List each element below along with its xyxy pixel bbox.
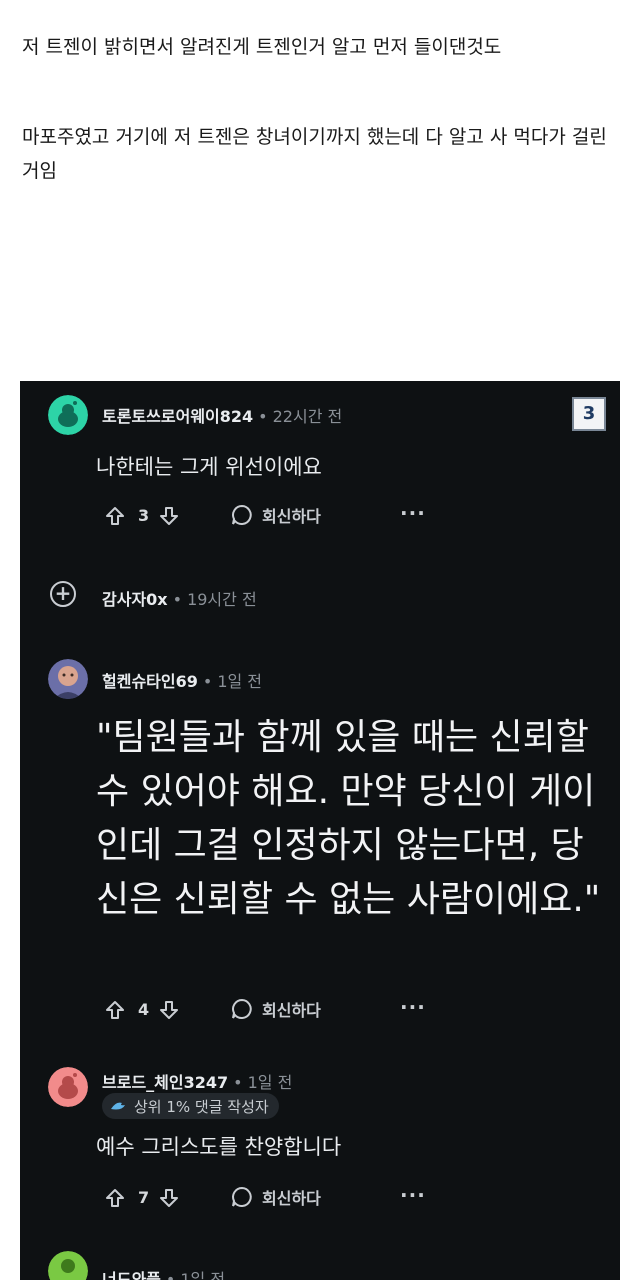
upvote-icon[interactable] bbox=[104, 995, 126, 1025]
vote-score: 3 bbox=[138, 506, 150, 525]
avatar[interactable] bbox=[48, 1251, 88, 1280]
comment-meta: 브로드_체인3247 • 1일 전 bbox=[102, 1073, 293, 1092]
flair-label: 상위 1% 댓글 작성자 bbox=[134, 1097, 269, 1116]
upvote-icon[interactable] bbox=[104, 501, 126, 531]
timestamp: 1일 전 bbox=[180, 1270, 226, 1280]
chat-bubble-icon bbox=[232, 1186, 252, 1207]
reply-button[interactable]: 회신하다 bbox=[230, 503, 321, 527]
snoo-avatar-icon bbox=[48, 1067, 88, 1107]
vote-score: 4 bbox=[138, 1000, 150, 1019]
username[interactable]: 토론토쓰로어웨이824 bbox=[102, 407, 253, 426]
comment-thread-screenshot: 3 토론토쓰로어웨이824 • 22시간 전 나한테는 그게 위선이에요 3 회… bbox=[20, 381, 620, 1280]
post-line-1: 저 트젠이 밝히면서 알려진게 트젠인거 알고 먼저 들이댄것도 bbox=[22, 36, 502, 58]
downvote-icon[interactable] bbox=[158, 501, 180, 531]
username[interactable]: 감사자0x bbox=[102, 590, 168, 609]
comment-text: "팀원들과 함께 있을 때는 신뢰할 수 있어야 해요. 만약 당신이 게이인데… bbox=[96, 717, 601, 920]
collapsed-comment-row[interactable]: + bbox=[50, 581, 76, 607]
user-flair: 상위 1% 댓글 작성자 bbox=[102, 1093, 279, 1119]
reply-label: 회신하다 bbox=[262, 1189, 321, 1208]
vote-score: 7 bbox=[138, 1188, 150, 1207]
top-commenter-icon bbox=[111, 1102, 125, 1110]
username[interactable]: 헐켄슈타인69 bbox=[102, 672, 198, 691]
timestamp: 1일 전 bbox=[217, 672, 263, 691]
comment-text: 나한테는 그게 위선이에요 bbox=[96, 455, 322, 479]
post-line-2: 마포주였고 거기에 저 트젠은 창녀이기까지 했는데 다 알고 사 먹다가 걸린… bbox=[22, 126, 607, 182]
comment-actions: 3 회신하다 ··· bbox=[96, 501, 616, 531]
timestamp: 1일 전 bbox=[247, 1073, 293, 1092]
comment-actions: 4 회신하다 ··· bbox=[96, 995, 616, 1025]
snoo-avatar-icon bbox=[48, 1251, 88, 1280]
reply-button[interactable]: 회신하다 bbox=[230, 1185, 321, 1209]
reply-label: 회신하다 bbox=[262, 1001, 321, 1020]
comment-meta: 감사자0x • 19시간 전 bbox=[102, 590, 257, 609]
username[interactable]: 브로드_체인3247 bbox=[102, 1073, 228, 1092]
chat-bubble-icon bbox=[232, 998, 252, 1019]
comment-text: 예수 그리스도를 찬양합니다 bbox=[96, 1135, 342, 1159]
more-options-button[interactable]: ··· bbox=[400, 501, 426, 525]
more-options-button[interactable]: ··· bbox=[400, 1183, 426, 1207]
reply-button[interactable]: 회신하다 bbox=[230, 997, 321, 1021]
user-photo-icon bbox=[48, 659, 88, 699]
username[interactable]: 너드와플 bbox=[102, 1270, 161, 1280]
chat-bubble-icon bbox=[232, 504, 252, 525]
timestamp: 19시간 전 bbox=[187, 590, 257, 609]
more-options-button[interactable]: ··· bbox=[400, 995, 426, 1019]
reply-label: 회신하다 bbox=[262, 507, 321, 526]
downvote-icon[interactable] bbox=[158, 1183, 180, 1213]
avatar[interactable] bbox=[48, 1067, 88, 1107]
comment-meta: 헐켄슈타인69 • 1일 전 bbox=[102, 672, 263, 691]
snoo-avatar-icon bbox=[48, 395, 88, 435]
upvote-icon[interactable] bbox=[104, 1183, 126, 1213]
avatar[interactable] bbox=[48, 395, 88, 435]
comment-meta: 너드와플 • 1일 전 bbox=[102, 1266, 225, 1280]
avatar[interactable] bbox=[48, 659, 88, 699]
comment-meta: 토론토쓰로어웨이824 • 22시간 전 bbox=[102, 407, 343, 426]
timestamp: 22시간 전 bbox=[272, 407, 343, 426]
thread-number-badge: 3 bbox=[572, 397, 606, 431]
downvote-icon[interactable] bbox=[158, 995, 180, 1025]
expand-icon[interactable]: + bbox=[50, 581, 76, 607]
comment-actions: 7 회신하다 ··· bbox=[96, 1183, 616, 1213]
